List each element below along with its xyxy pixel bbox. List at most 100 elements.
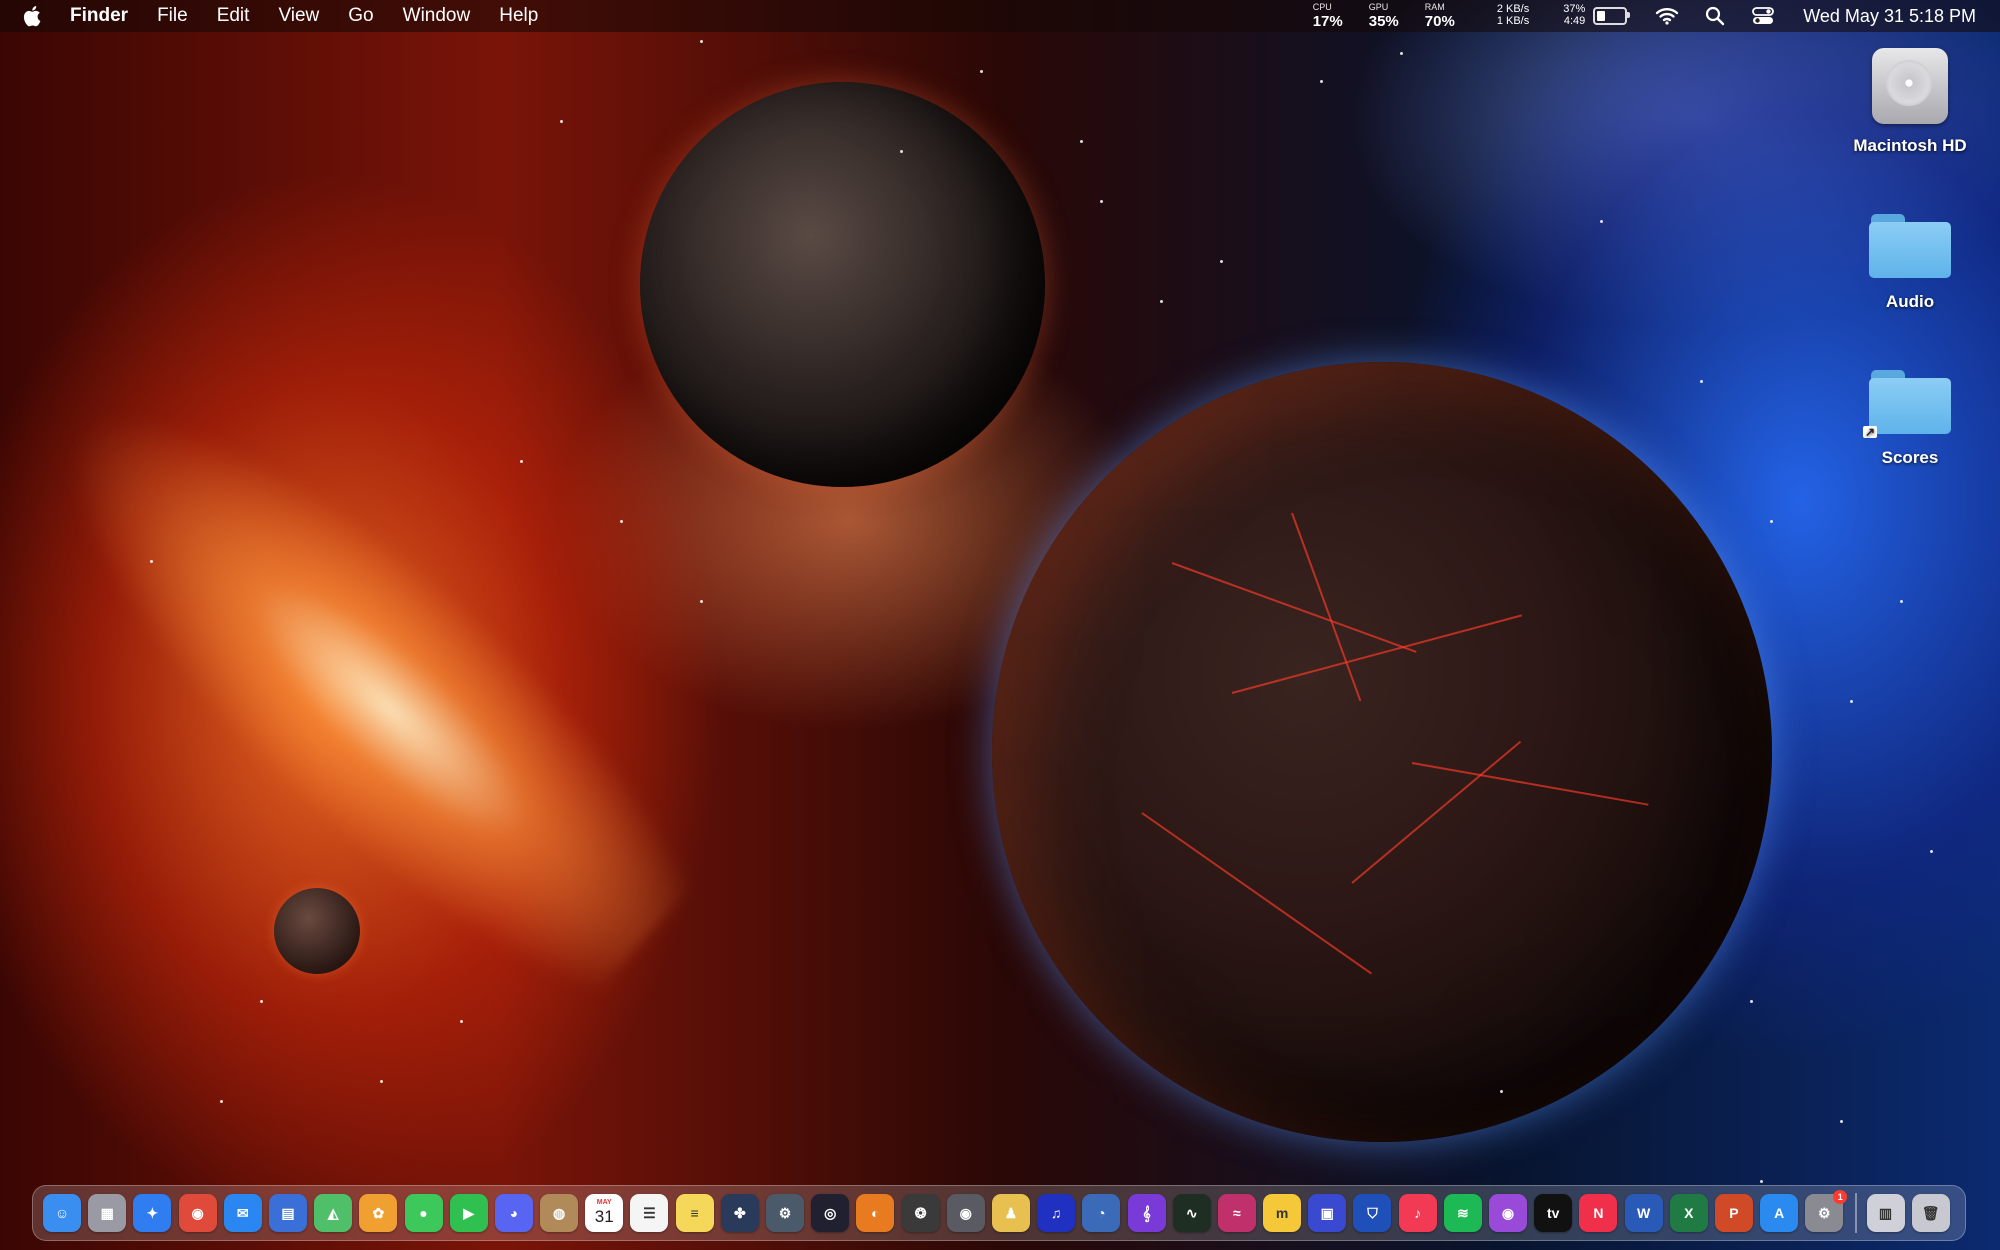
photos-icon[interactable]: ✿ <box>359 1194 398 1232</box>
system-settings-icon[interactable]: ⚙ 1 <box>1805 1190 1848 1232</box>
discord-icon[interactable]: ◕ <box>494 1194 533 1232</box>
reminders-icon[interactable]: ☰ <box>630 1194 669 1232</box>
ram-label: RAM <box>1424 2 1445 12</box>
obs-icon[interactable]: ◎ <box>811 1194 850 1232</box>
headphones-app-icon[interactable]: ♫ <box>1037 1194 1076 1232</box>
notes-icon[interactable]: ≡ <box>675 1194 714 1232</box>
audio-app-icon[interactable]: ≈ <box>1217 1194 1256 1232</box>
messages-icon[interactable]: ● <box>404 1194 443 1232</box>
maps-icon[interactable]: ◭ <box>314 1194 353 1232</box>
dock-app-glyph: ♪ <box>1414 1205 1422 1221</box>
mail-icon[interactable]: ✉ <box>223 1194 262 1232</box>
dock-app-glyph: 🗑 <box>1921 1204 1940 1221</box>
miro-icon[interactable]: m <box>1263 1194 1302 1232</box>
chrome-icon[interactable]: ◉ <box>178 1194 217 1232</box>
dock-app-glyph: tv <box>1546 1205 1560 1221</box>
hard-drive-icon <box>1872 48 1948 124</box>
spotify-icon[interactable]: ≋ <box>1443 1194 1482 1232</box>
star-dot <box>1400 52 1403 55</box>
star-dot <box>520 460 523 463</box>
star-dot <box>1900 600 1903 603</box>
calendar-icon[interactable]: MAY 31 <box>585 1194 624 1232</box>
blender-icon[interactable]: ◐ <box>856 1194 895 1232</box>
apple-tv-icon[interactable]: tv <box>1534 1194 1573 1232</box>
menu-bar: Finder File Edit View Go Window Help CPU… <box>0 0 2000 32</box>
davinci-resolve-icon[interactable]: ✤ <box>720 1194 759 1232</box>
menu-edit[interactable]: Edit <box>217 5 250 27</box>
desktop-icon-scores-folder[interactable]: ↗ Scores <box>1840 360 1980 468</box>
network-stat[interactable]: 2 KB/s 1 KB/s <box>1497 4 1529 27</box>
music-icon[interactable]: ♪ <box>1398 1194 1437 1232</box>
star-dot <box>1100 200 1103 203</box>
app-store-icon[interactable]: A <box>1760 1194 1799 1232</box>
app-frame-icon[interactable]: ▣ <box>1308 1194 1347 1232</box>
star-dot <box>1320 80 1323 83</box>
downloads-stack-icon[interactable]: ▥ <box>1866 1194 1905 1232</box>
dock-app-glyph: ⚙ <box>1818 1204 1831 1221</box>
battery-status[interactable]: 37% 4:49 <box>1563 4 1631 27</box>
podcasts-icon[interactable]: ◉ <box>1489 1194 1527 1232</box>
spotlight-search-icon[interactable] <box>1703 5 1727 27</box>
desktop-icon-macintosh-hd[interactable]: Macintosh HD <box>1840 48 1980 156</box>
contacts-icon[interactable]: ◍ <box>540 1194 579 1232</box>
menu-view[interactable]: View <box>278 5 319 27</box>
dock-app-glyph: P <box>1729 1205 1739 1221</box>
dock-app-glyph: X <box>1684 1205 1694 1221</box>
star-dot <box>1770 520 1773 523</box>
desktop-icon-audio-folder[interactable]: Audio <box>1840 204 1980 312</box>
dock-app-glyph: ⛉ <box>1367 1204 1378 1221</box>
notification-badge: 1 <box>1833 1190 1848 1204</box>
bitwarden-icon[interactable]: ⛉ <box>1353 1194 1392 1232</box>
automator-icon[interactable]: ⚙ <box>766 1194 804 1232</box>
finder-icon[interactable]: ☺ <box>43 1194 81 1232</box>
wallpaper-planet-top <box>640 82 1045 487</box>
dock-app-glyph: ◐ <box>871 1205 880 1221</box>
menu-help[interactable]: Help <box>499 5 538 27</box>
menu-file[interactable]: File <box>157 5 188 27</box>
control-center-icon[interactable] <box>1751 5 1775 27</box>
launchpad-icon[interactable]: ▦ <box>88 1194 127 1232</box>
wallpaper-nebula-flare <box>0 333 732 1036</box>
ram-stat[interactable]: RAM 70% <box>1424 2 1455 30</box>
powerpoint-icon[interactable]: P <box>1714 1194 1753 1232</box>
files-icon[interactable]: ▤ <box>268 1194 307 1232</box>
ram-value: 70% <box>1424 13 1455 30</box>
activity-monitor-icon[interactable]: ∿ <box>1172 1194 1211 1232</box>
star-dot <box>900 150 903 153</box>
dock-app-glyph: ◔ <box>1097 1205 1106 1221</box>
dock-app-glyph: ♫ <box>1050 1205 1062 1221</box>
safari-icon[interactable]: ✦ <box>133 1194 172 1232</box>
dock-app-glyph: ⚙ <box>778 1204 792 1221</box>
menu-app-finder[interactable]: Finder <box>70 5 128 27</box>
star-dot <box>1600 220 1603 223</box>
scanner-icon[interactable]: ◔ <box>1082 1194 1121 1232</box>
star-dot <box>380 1080 383 1083</box>
wifi-icon[interactable] <box>1655 5 1679 27</box>
dock-app-glyph: ▶ <box>463 1204 475 1221</box>
excel-icon[interactable]: X <box>1669 1194 1708 1232</box>
cpu-stat[interactable]: CPU 17% <box>1312 2 1343 30</box>
disk-utility-icon[interactable]: ◉ <box>946 1194 985 1232</box>
facetime-icon[interactable]: ▶ <box>449 1194 488 1232</box>
cpu-label: CPU <box>1312 2 1332 12</box>
word-icon[interactable]: W <box>1624 1194 1663 1232</box>
menu-clock[interactable]: Wed May 31 5:18 PM <box>1803 6 1976 27</box>
dock-app-glyph: ∿ <box>1185 1204 1198 1221</box>
star-dot <box>1080 140 1083 143</box>
musescore-icon[interactable]: 𝄞 <box>1127 1194 1166 1232</box>
trash-icon[interactable]: 🗑 <box>1911 1194 1950 1232</box>
dock-app-glyph: ❂ <box>914 1204 927 1221</box>
aperture-icon[interactable]: ❂ <box>901 1194 940 1232</box>
apple-logo-icon[interactable] <box>22 4 44 28</box>
dock-app-glyph: ◉ <box>191 1204 204 1221</box>
network-down: 1 KB/s <box>1496 15 1530 27</box>
character-app-icon[interactable]: ♟ <box>991 1194 1030 1232</box>
menu-go[interactable]: Go <box>348 5 373 27</box>
gpu-stat[interactable]: GPU 35% <box>1369 3 1399 30</box>
menu-window[interactable]: Window <box>403 5 471 27</box>
news-icon[interactable]: N <box>1579 1194 1618 1232</box>
desktop-icon-label: Macintosh HD <box>1853 136 1967 155</box>
star-dot <box>700 40 703 43</box>
dock-app-glyph: ✤ <box>733 1204 746 1221</box>
star-dot <box>460 1020 463 1023</box>
